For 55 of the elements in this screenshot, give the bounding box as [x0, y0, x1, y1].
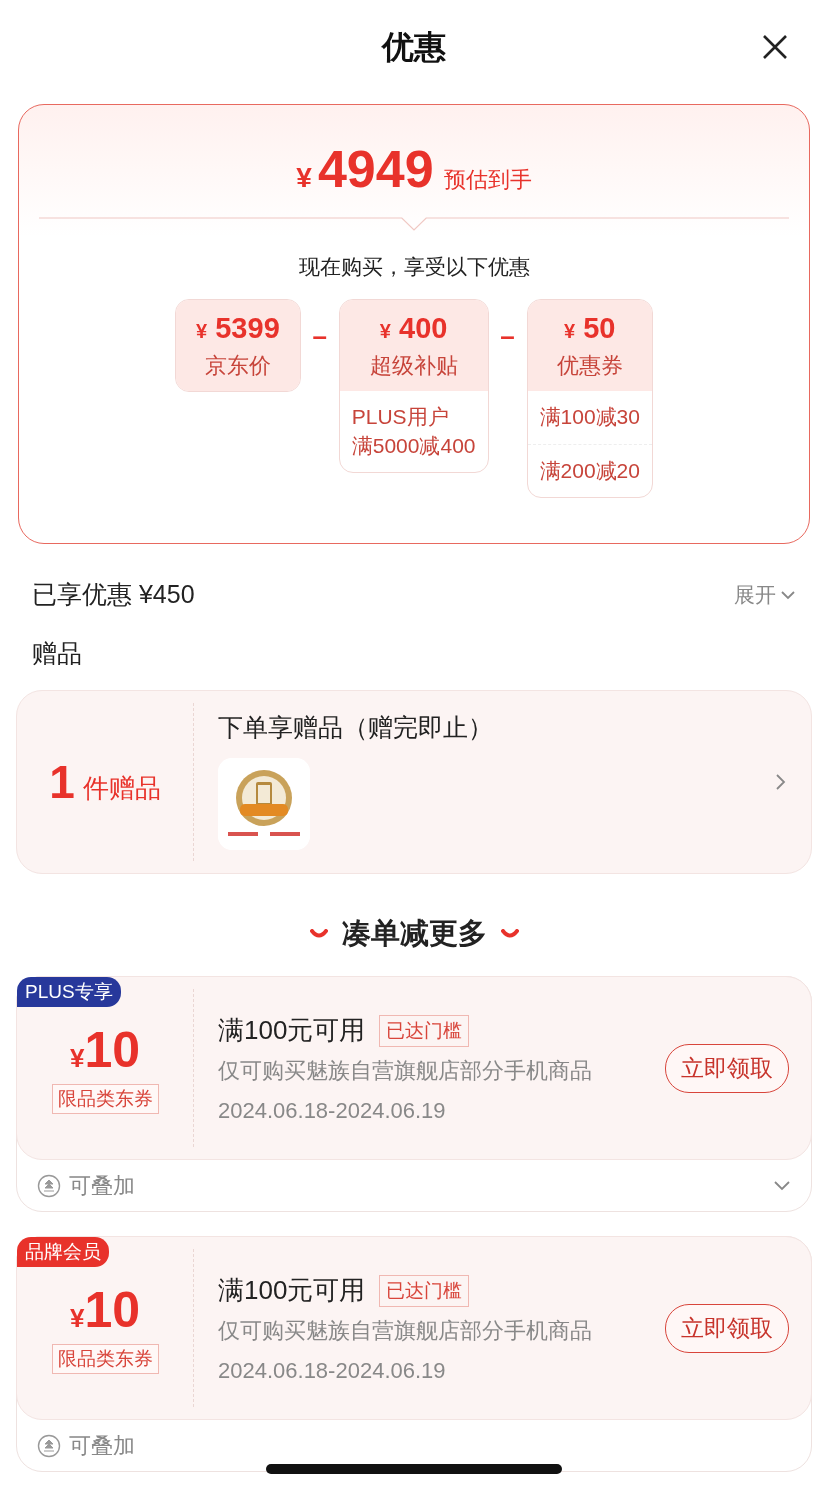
discount-rule: 满5000减400 [351, 432, 476, 459]
discount-rule: PLUS用户 [351, 404, 450, 430]
component-label: 超级补贴 [369, 352, 458, 380]
coupon-tag: PLUS专享 [17, 977, 121, 1007]
coupon-threshold: 满100元可用 [218, 1274, 366, 1307]
currency-symbol: ¥ [69, 1303, 85, 1333]
gift-card[interactable]: 1 件赠品 下单享赠品（赠完即止） [16, 690, 812, 874]
stackable-label: 可叠加 [69, 1172, 136, 1200]
component-amount: 5399 [214, 312, 280, 344]
discount-rule: 满200减20 [539, 457, 640, 484]
discount-rule: 满100减30 [539, 404, 640, 430]
coupon-tag: 品牌会员 [17, 1237, 109, 1267]
coupon-type-label: 限品类东券 [51, 1084, 159, 1114]
stackable-label: 可叠加 [69, 1432, 136, 1460]
minus-sign: – [499, 321, 516, 352]
currency-symbol: ¥ [196, 320, 208, 342]
coupon-description: 仅可购买魅族自营旗舰店部分手机商品 [218, 1057, 593, 1085]
currency-symbol: ¥ [564, 320, 576, 342]
coupon-description: 仅可购买魅族自营旗舰店部分手机商品 [218, 1317, 593, 1345]
gift-unit: 件赠品 [82, 771, 161, 805]
section-heading: 凑单减更多 [341, 916, 487, 951]
stack-icon [37, 1434, 61, 1458]
stack-icon [37, 1174, 61, 1198]
component-label: 京东价 [204, 352, 271, 380]
coupon-amount: 10 [84, 1282, 141, 1338]
chevron-right-icon [775, 772, 787, 792]
coupon-validity: 2024.06.18-2024.06.19 [218, 1358, 447, 1384]
chevron-down-icon [780, 589, 796, 600]
currency-symbol: ¥ [296, 162, 312, 194]
gift-count: 1 [49, 755, 75, 809]
component-label: 优惠券 [556, 352, 623, 380]
sheet-title: 优惠 [382, 28, 446, 67]
gift-title: 下单享赠品（赠完即止） [218, 712, 494, 743]
savings-total: 已享优惠 ¥450 [32, 579, 195, 610]
breakdown-intro: 现在购买，享受以下优惠 [297, 254, 531, 280]
coupon-type-label: 限品类东券 [51, 1344, 159, 1374]
component-amount: 50 [582, 312, 616, 344]
claim-button[interactable]: 立即领取 [665, 1043, 789, 1093]
minus-sign: – [311, 321, 328, 352]
section-heading: 赠品 [31, 638, 83, 669]
price-label: 预估到手 [443, 166, 532, 194]
smile-curve-icon [500, 929, 519, 939]
smile-curve-icon [309, 929, 328, 939]
currency-symbol: ¥ [69, 1043, 85, 1073]
status-label: 已达门槛 [379, 1274, 470, 1307]
chevron-down-icon[interactable] [773, 1180, 791, 1192]
status-label: 已达门槛 [379, 1014, 470, 1047]
component-amount: 400 [398, 312, 448, 344]
coupon-validity: 2024.06.18-2024.06.19 [218, 1098, 447, 1124]
estimated-price: 4949 [317, 143, 434, 195]
coupon-amount: 10 [84, 1022, 141, 1078]
coupon-threshold: 满100元可用 [218, 1014, 366, 1047]
expand-toggle[interactable]: 展开 [734, 580, 796, 609]
claim-button[interactable]: 立即领取 [665, 1303, 789, 1353]
currency-symbol: ¥ [379, 320, 391, 342]
